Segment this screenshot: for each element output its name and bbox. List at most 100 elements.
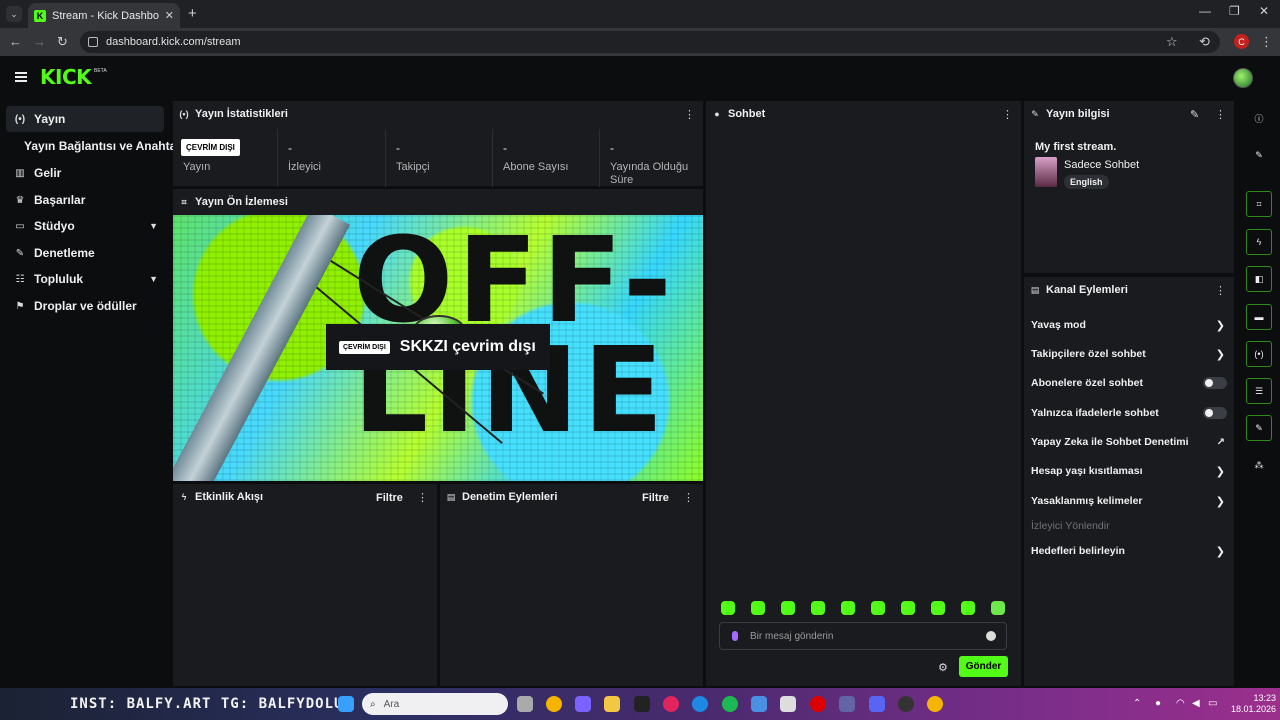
taskbar-clock[interactable]: 13:23 18.01.2026 bbox=[1226, 693, 1276, 715]
site-info-icon[interactable] bbox=[88, 37, 98, 47]
chrome-icon[interactable] bbox=[546, 696, 562, 712]
send-button[interactable]: Gönder bbox=[959, 656, 1008, 677]
ai-moderation-row[interactable]: Yapay Zeka ile Sohbet Denetimi ↗ bbox=[1031, 432, 1227, 452]
chat-settings-gear-icon[interactable]: ⚙ bbox=[938, 661, 948, 674]
minimize-icon[interactable]: — bbox=[1199, 4, 1211, 18]
chat-message-input[interactable]: Bir mesaj gönderin bbox=[719, 622, 1007, 650]
wrench-icon[interactable]: ✎ bbox=[1246, 415, 1272, 441]
slow-mode-row[interactable]: Yavaş mod ❯ bbox=[1031, 315, 1227, 335]
obs-icon[interactable] bbox=[898, 696, 914, 712]
server-icon[interactable]: ☰ bbox=[1246, 378, 1272, 404]
chat-bubble-icon[interactable]: ▬ bbox=[1246, 304, 1272, 330]
more-options-icon[interactable]: ⋮ bbox=[1215, 284, 1226, 297]
emote-icon[interactable] bbox=[931, 601, 945, 615]
sidebar-item-gelir[interactable]: ▥ Gelir bbox=[6, 160, 164, 186]
chevron-right-icon: ❯ bbox=[1215, 545, 1225, 558]
terminal-icon[interactable] bbox=[634, 696, 650, 712]
mic-tray-icon[interactable]: ● bbox=[1155, 698, 1161, 709]
taskbar-search[interactable]: ⌕ Ara bbox=[362, 693, 508, 715]
window-close-icon[interactable]: ✕ bbox=[1259, 4, 1269, 18]
browser-profile-avatar[interactable]: C bbox=[1234, 34, 1249, 49]
reload-icon[interactable]: ↻ bbox=[57, 34, 68, 50]
task-view-icon[interactable] bbox=[517, 696, 533, 712]
emote-icon[interactable] bbox=[871, 601, 885, 615]
emote-icon[interactable] bbox=[781, 601, 795, 615]
teams-icon[interactable] bbox=[839, 696, 855, 712]
opera-gx-icon[interactable] bbox=[663, 696, 679, 712]
new-tab-icon[interactable]: + bbox=[188, 5, 197, 22]
filter-button[interactable]: Filtre bbox=[376, 492, 403, 504]
store-icon[interactable] bbox=[780, 696, 796, 712]
emotes-only-toggle[interactable] bbox=[1203, 407, 1227, 419]
sidebar-item-yayin[interactable]: (•) Yayın bbox=[6, 106, 164, 132]
emoji-icon[interactable] bbox=[986, 631, 996, 641]
more-options-icon[interactable]: ⋮ bbox=[1215, 108, 1226, 121]
mail-icon[interactable] bbox=[751, 696, 767, 712]
opera-icon[interactable] bbox=[810, 696, 826, 712]
tab-close-icon[interactable]: ✕ bbox=[165, 9, 174, 22]
emote-icon[interactable] bbox=[751, 601, 765, 615]
windows-start-icon[interactable] bbox=[338, 696, 354, 712]
tray-chevron-icon[interactable]: ⌃ bbox=[1133, 698, 1141, 709]
stream-category[interactable]: Sadece Sohbet bbox=[1064, 159, 1139, 171]
volume-icon[interactable]: ◀ bbox=[1192, 698, 1200, 709]
maximize-icon[interactable]: ❐ bbox=[1229, 4, 1240, 18]
stream-preview[interactable]: OFF-LINE ÇEVRİM DIŞI SKKZI çevrim dışı bbox=[173, 215, 703, 481]
followers-only-row[interactable]: Takipçilere özel sohbet ❯ bbox=[1031, 344, 1227, 364]
banned-words-row[interactable]: Yasaklanmış kelimeler ❯ bbox=[1031, 491, 1227, 511]
kick-logo[interactable]: KICK bbox=[40, 65, 92, 89]
panel-header: ▤ Kanal Eylemleri bbox=[1024, 277, 1234, 303]
file-explorer-icon[interactable] bbox=[604, 696, 620, 712]
url-bar[interactable]: dashboard.kick.com/stream bbox=[80, 31, 1220, 53]
notification-icon[interactable]: ◧ bbox=[1246, 266, 1272, 292]
discord-icon[interactable] bbox=[869, 696, 885, 712]
edit-icon[interactable]: ✎ bbox=[1246, 142, 1272, 168]
emote-icon[interactable] bbox=[721, 601, 735, 615]
sidebar-item-studyo[interactable]: ▭ Stüdyo ▼ bbox=[6, 213, 164, 239]
more-options-icon[interactable]: ⋮ bbox=[1002, 108, 1013, 121]
broadcast-icon[interactable]: (•) bbox=[1246, 341, 1272, 367]
sidebar: (•) Yayın Yayın Bağlantısı ve Anahtarı ▥… bbox=[0, 100, 184, 690]
history-icon[interactable]: ⟲ bbox=[1199, 34, 1210, 50]
bookmark-star-icon[interactable]: ☆ bbox=[1166, 34, 1178, 50]
set-goals-row[interactable]: Hedefleri belirleyin ❯ bbox=[1031, 541, 1227, 561]
chrome-icon[interactable] bbox=[927, 696, 943, 712]
browser-menu-icon[interactable]: ⋮ bbox=[1260, 34, 1273, 50]
panel-title: Etkinlik Akışı bbox=[195, 491, 264, 503]
edge-icon[interactable] bbox=[692, 696, 708, 712]
emote-icon[interactable] bbox=[811, 601, 825, 615]
screenshot-icon[interactable]: ⌗ bbox=[1246, 191, 1272, 217]
search-icon: ⌕ bbox=[370, 698, 376, 710]
spotify-icon[interactable] bbox=[722, 696, 738, 712]
edit-pencil-icon[interactable]: ✎ bbox=[1190, 108, 1199, 121]
more-options-icon[interactable]: ⋮ bbox=[684, 108, 695, 121]
user-avatar[interactable] bbox=[1233, 68, 1253, 88]
battery-icon[interactable]: ▭ bbox=[1208, 698, 1217, 709]
wifi-icon[interactable]: ◠ bbox=[1176, 698, 1185, 709]
microphone-icon[interactable] bbox=[732, 631, 738, 641]
hamburger-menu-icon[interactable] bbox=[15, 72, 27, 82]
info-icon[interactable]: ⓘ bbox=[1246, 105, 1272, 131]
sidebar-item-stream-key[interactable]: Yayın Bağlantısı ve Anahtarı bbox=[16, 133, 186, 159]
subscribers-only-toggle[interactable] bbox=[1203, 377, 1227, 389]
sidebar-item-basarilar[interactable]: ♛ Başarılar bbox=[6, 187, 164, 213]
forward-icon[interactable]: → bbox=[33, 34, 46, 49]
app-icon[interactable] bbox=[575, 696, 591, 712]
emote-icon[interactable] bbox=[841, 601, 855, 615]
channel-action-label: Yalnızca ifadelerle sohbet bbox=[1031, 407, 1159, 419]
emote-icon[interactable] bbox=[991, 601, 1005, 615]
more-options-icon[interactable]: ⋮ bbox=[683, 491, 694, 504]
emote-icon[interactable] bbox=[961, 601, 975, 615]
sidebar-item-denetleme[interactable]: ✎ Denetleme bbox=[6, 240, 164, 266]
filter-button[interactable]: Filtre bbox=[642, 492, 669, 504]
more-options-icon[interactable]: ⋮ bbox=[417, 491, 428, 504]
emote-icon[interactable] bbox=[901, 601, 915, 615]
sidebar-item-topluluk[interactable]: ☷ Topluluk ▼ bbox=[6, 266, 164, 292]
community-icon[interactable]: ⁂ bbox=[1246, 452, 1272, 478]
browser-tab[interactable]: K Stream - Kick Dashboard ✕ bbox=[28, 3, 180, 28]
back-icon[interactable]: ← bbox=[9, 34, 22, 49]
tab-search-icon[interactable]: ⌄ bbox=[6, 6, 22, 22]
account-age-row[interactable]: Hesap yaşı kısıtlaması ❯ bbox=[1031, 461, 1227, 481]
lightning-icon[interactable]: ϟ bbox=[1246, 229, 1272, 255]
sidebar-item-droplar[interactable]: ⚑ Droplar ve ödüller bbox=[6, 293, 164, 319]
